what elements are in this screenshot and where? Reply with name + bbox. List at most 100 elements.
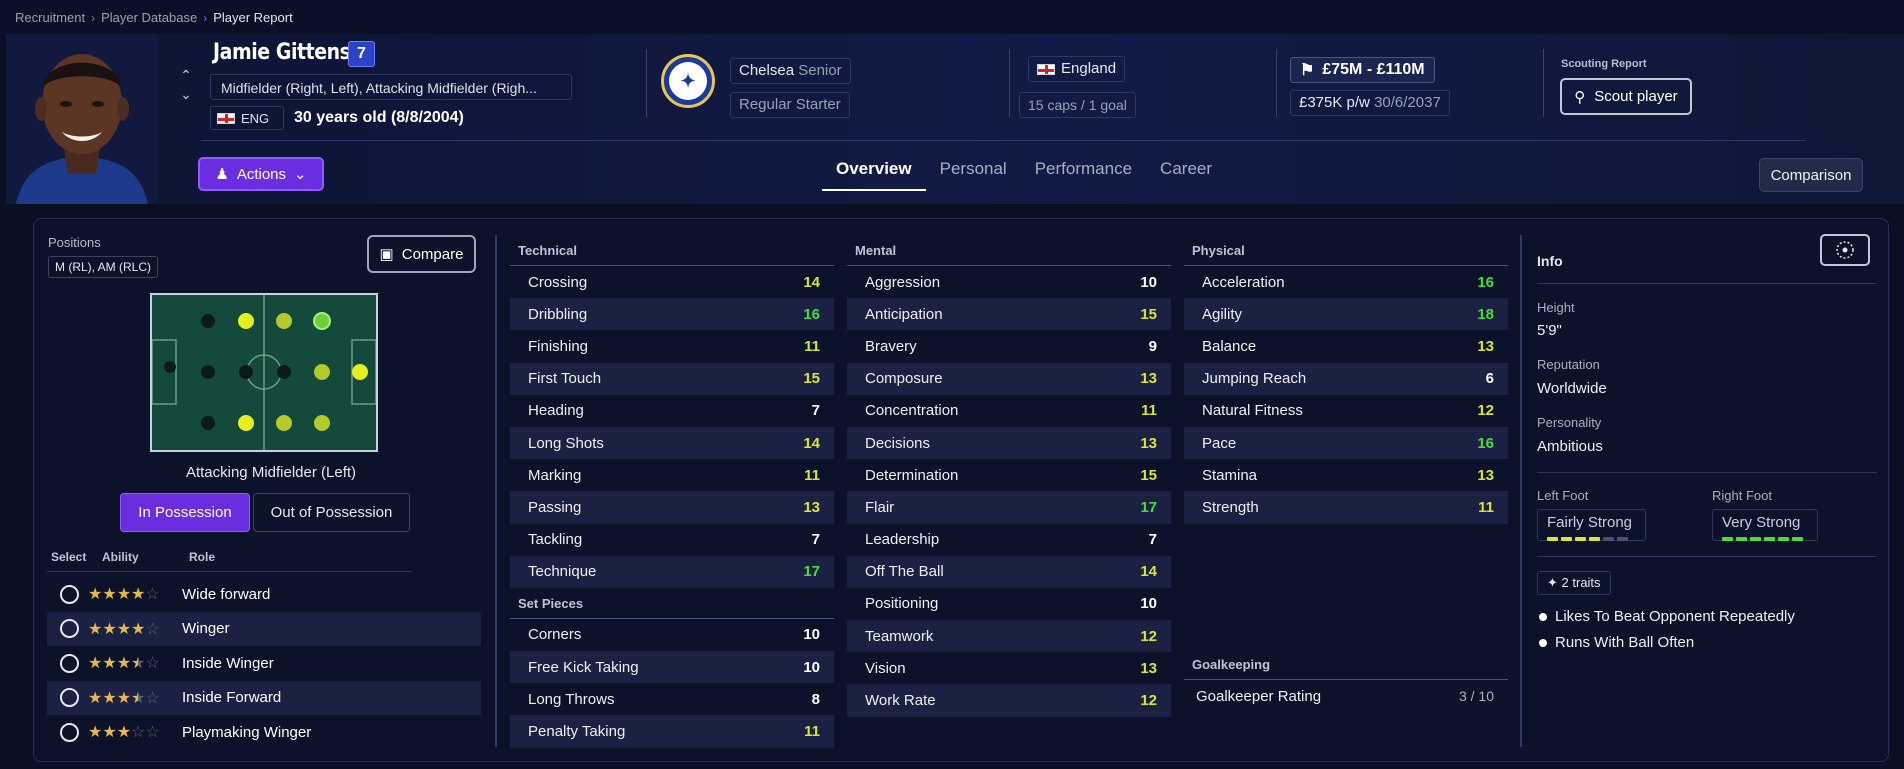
attribute-row-off-the-ball[interactable]: Off The Ball 14 bbox=[847, 555, 1171, 588]
player-positions: Midfielder (Right, Left), Attacking Midf… bbox=[210, 74, 572, 100]
attribute-row-vision[interactable]: Vision 13 bbox=[847, 652, 1171, 684]
club-crest-icon[interactable]: ✦ bbox=[661, 54, 715, 108]
attribute-name: Technique bbox=[528, 563, 597, 581]
out-of-possession-button[interactable]: Out of Possession bbox=[253, 493, 410, 532]
attribute-row-determination[interactable]: Determination 15 bbox=[847, 459, 1171, 491]
role-name: Inside Winger bbox=[182, 654, 274, 672]
tab-overview[interactable]: Overview bbox=[822, 155, 926, 191]
attribute-name: Positioning bbox=[865, 595, 939, 613]
nation-chip[interactable]: England bbox=[1028, 56, 1126, 82]
goalkeeper-rating-row[interactable]: Goalkeeper Rating 3 / 10 bbox=[1184, 680, 1508, 712]
attribute-name: Marking bbox=[528, 466, 582, 484]
actions-button[interactable]: ♟ Actions ⌄ bbox=[198, 157, 324, 191]
attribute-value: 11 bbox=[1478, 498, 1494, 516]
breadcrumb-player-database[interactable]: Player Database bbox=[101, 10, 197, 25]
attribute-row-stamina[interactable]: Stamina 13 bbox=[1184, 459, 1508, 491]
attribute-row-passing[interactable]: Passing 13 bbox=[510, 491, 834, 524]
role-radio[interactable] bbox=[60, 653, 79, 673]
attribute-row-crossing[interactable]: Crossing 14 bbox=[510, 266, 834, 298]
trait-label: Runs With Ball Often bbox=[1555, 634, 1695, 651]
attribute-row-acceleration[interactable]: Acceleration 16 bbox=[1184, 266, 1508, 298]
tab-performance[interactable]: Performance bbox=[1021, 155, 1146, 191]
attribute-row-heading[interactable]: Heading 7 bbox=[510, 395, 834, 427]
attribute-row-teamwork[interactable]: Teamwork 12 bbox=[847, 620, 1171, 653]
attribute-row-strength[interactable]: Strength 11 bbox=[1184, 491, 1508, 524]
role-radio[interactable] bbox=[60, 722, 79, 742]
role-radio[interactable] bbox=[60, 584, 79, 604]
search-icon: ⚲ bbox=[1574, 88, 1586, 106]
attribute-name: Free Kick Taking bbox=[528, 658, 639, 676]
attribute-row-dribbling[interactable]: Dribbling 16 bbox=[510, 298, 834, 331]
strength-segment bbox=[1547, 537, 1558, 541]
attribute-row-pace[interactable]: Pace 16 bbox=[1184, 426, 1508, 460]
attribute-row-long-throws[interactable]: Long Throws 8 bbox=[510, 683, 834, 715]
compare-button[interactable]: ▣ Compare bbox=[367, 235, 476, 273]
attribute-row-bravery[interactable]: Bravery 9 bbox=[847, 330, 1171, 362]
attribute-row-jumping-reach[interactable]: Jumping Reach 6 bbox=[1184, 362, 1508, 395]
technical-column: Technical Crossing 14 Dribbling 16 Finishing… bbox=[510, 237, 834, 748]
info-settings-button[interactable] bbox=[1820, 234, 1870, 266]
divider bbox=[1276, 49, 1277, 117]
chevron-up-icon[interactable]: ⌃ bbox=[178, 67, 194, 83]
attribute-row-decisions[interactable]: Decisions 13 bbox=[847, 426, 1171, 460]
attribute-row-technique[interactable]: Technique 17 bbox=[510, 555, 834, 588]
attribute-row-free-kick-taking[interactable]: Free Kick Taking 10 bbox=[510, 651, 834, 684]
attribute-name: Composure bbox=[865, 370, 943, 388]
strength-segment bbox=[1792, 537, 1803, 541]
in-possession-button[interactable]: In Possession bbox=[120, 493, 250, 532]
attribute-row-long-shots[interactable]: Long Shots 14 bbox=[510, 426, 834, 460]
role-row-winger[interactable]: ★★★★☆ Winger bbox=[47, 611, 481, 646]
mental-column: Mental Aggression 10 Anticipation 15 Bravery… bbox=[847, 237, 1171, 717]
club-chip[interactable]: Chelsea Senior bbox=[730, 58, 851, 84]
breadcrumb-recruitment[interactable]: Recruitment bbox=[15, 10, 85, 25]
attribute-row-flair[interactable]: Flair 17 bbox=[847, 491, 1171, 524]
physical-attributes: Acceleration 16 Agility 18 Balance 13 Jumping … bbox=[1184, 266, 1508, 524]
role-radio[interactable] bbox=[60, 619, 79, 639]
attribute-row-leadership[interactable]: Leadership 7 bbox=[847, 524, 1171, 556]
actions-label: Actions bbox=[236, 165, 287, 183]
comparison-button[interactable]: Comparison bbox=[1759, 158, 1863, 192]
attribute-row-aggression[interactable]: Aggression 10 bbox=[847, 266, 1171, 298]
scout-player-button[interactable]: ⚲ Scout player bbox=[1560, 78, 1692, 115]
right-foot-value: Very Strong bbox=[1722, 514, 1801, 531]
chevron-down-icon[interactable]: ⌄ bbox=[178, 86, 194, 102]
attribute-row-agility[interactable]: Agility 18 bbox=[1184, 298, 1508, 331]
attribute-row-first-touch[interactable]: First Touch 15 bbox=[510, 362, 834, 395]
role-row-inside-forward[interactable]: ★★★★☆ Inside Forward bbox=[47, 680, 481, 715]
roles-header-select: Select bbox=[51, 550, 87, 564]
attribute-row-composure[interactable]: Composure 13 bbox=[847, 362, 1171, 395]
attribute-row-finishing[interactable]: Finishing 11 bbox=[510, 330, 834, 362]
attribute-name: Strength bbox=[1202, 498, 1259, 516]
traits-count-badge[interactable]: ✦ 2 traits bbox=[1537, 571, 1611, 595]
tab-personal[interactable]: Personal bbox=[926, 155, 1021, 191]
attribute-row-corners[interactable]: Corners 10 bbox=[510, 619, 834, 651]
attribute-row-anticipation[interactable]: Anticipation 15 bbox=[847, 298, 1171, 331]
strength-segment bbox=[1722, 537, 1733, 541]
attribute-row-concentration[interactable]: Concentration 11 bbox=[847, 395, 1171, 427]
role-row-inside-winger[interactable]: ★★★★☆ Inside Winger bbox=[47, 646, 481, 681]
attribute-row-natural-fitness[interactable]: Natural Fitness 12 bbox=[1184, 395, 1508, 427]
club-squad: Senior bbox=[798, 62, 842, 79]
attribute-name: Pace bbox=[1202, 434, 1237, 452]
header-divider bbox=[201, 140, 1806, 141]
divider bbox=[1537, 283, 1877, 284]
attribute-row-penalty-taking[interactable]: Penalty Taking 11 bbox=[510, 715, 834, 748]
attribute-row-positioning[interactable]: Positioning 10 bbox=[847, 588, 1171, 620]
tab-career[interactable]: Career bbox=[1146, 155, 1226, 191]
role-name: Playmaking Winger bbox=[182, 723, 312, 741]
person-icon: ♟ bbox=[215, 166, 229, 183]
role-row-playmaking-winger[interactable]: ★★★☆☆ Playmaking Winger bbox=[47, 715, 481, 750]
attribute-row-tackling[interactable]: Tackling 7 bbox=[510, 524, 834, 556]
attribute-row-marking[interactable]: Marking 11 bbox=[510, 459, 834, 491]
attribute-row-work-rate[interactable]: Work Rate 12 bbox=[847, 684, 1171, 717]
attribute-row-balance[interactable]: Balance 13 bbox=[1184, 330, 1508, 362]
role-row-wide-forward[interactable]: ★★★★☆ Wide forward bbox=[47, 577, 481, 612]
strength-segment bbox=[1736, 537, 1747, 541]
role-radio[interactable] bbox=[60, 688, 79, 708]
left-foot-box: Fairly Strong bbox=[1537, 509, 1646, 541]
attribute-name: Dribbling bbox=[528, 305, 588, 323]
position-pitch[interactable] bbox=[150, 293, 378, 452]
attribute-name: Agility bbox=[1202, 305, 1243, 323]
price-tag-icon: ⚑ bbox=[1300, 62, 1315, 79]
strength-segment bbox=[1603, 537, 1614, 541]
